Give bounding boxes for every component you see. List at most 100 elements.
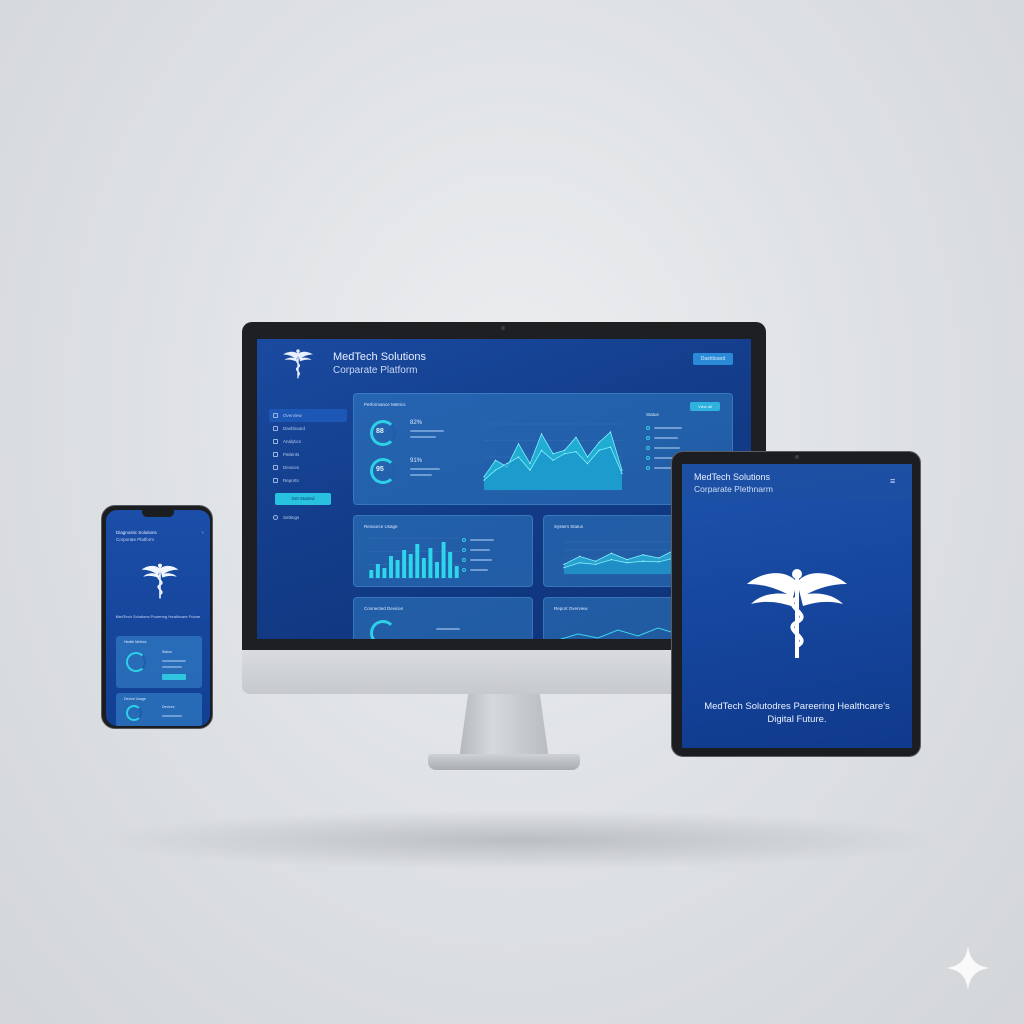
monitor-stand	[459, 694, 549, 758]
legend-item	[646, 436, 678, 440]
tablet-header: MedTech Solutions Corparate Plethnarm ≡	[682, 464, 912, 500]
legend-item	[646, 426, 682, 430]
data-point	[563, 563, 565, 565]
stat-caption	[162, 666, 182, 668]
phone-usage-card: Device Usage Devices	[116, 693, 202, 726]
data-point	[494, 469, 497, 471]
tablet-app-subtitle: Corparate Plethnarm	[694, 484, 773, 494]
desktop-header: MedTech Solutions Corparate Platform Das…	[257, 339, 751, 391]
connected-devices-card: Connected Devices	[353, 597, 533, 639]
legend-dot-icon	[646, 436, 650, 440]
smartphone: Diagnostic Solutions Corporate Platform …	[101, 505, 213, 729]
sidebar-item-settings[interactable]: Settings	[269, 511, 347, 524]
tablet: MedTech Solutions Corparate Plethnarm ≡ …	[671, 451, 921, 757]
sidebar-item-label: Analytics	[283, 439, 302, 444]
legend-dot-icon	[646, 466, 650, 470]
phone-app-subtitle: Corporate Platform	[116, 537, 155, 542]
data-point	[575, 436, 577, 438]
stat-caption	[436, 628, 460, 630]
reports-icon	[273, 478, 278, 483]
desktop-app-title: MedTech Solutions	[333, 351, 426, 363]
data-point	[626, 559, 628, 561]
caduceus-logo-icon	[141, 563, 179, 599]
stat-caption	[410, 474, 432, 476]
devices-icon	[273, 465, 278, 470]
data-point	[598, 449, 600, 451]
legend-item	[646, 456, 674, 460]
sidebar-item-patients[interactable]: Patients	[269, 448, 347, 461]
desktop-sidebar: Overview Dashboard Analytics Patients De…	[269, 409, 347, 629]
resource-usage-card: Resource Usage	[353, 515, 533, 587]
phone-cta-button[interactable]	[162, 674, 186, 680]
sidebar-item-devices[interactable]: Devices	[269, 461, 347, 474]
data-point	[563, 453, 566, 455]
data-point	[658, 561, 660, 563]
data-point	[517, 443, 520, 445]
data-point	[540, 449, 543, 451]
data-point	[579, 555, 581, 557]
sidebar-item-analytics[interactable]: Analytics	[269, 435, 347, 448]
tablet-app-title: MedTech Solutions	[694, 472, 771, 482]
sidebar-item-label: Reports	[283, 478, 299, 483]
bar	[441, 542, 446, 578]
sidebar-item-dashboard[interactable]: Dashboard	[269, 422, 347, 435]
legend-title: Status	[646, 412, 659, 417]
ring-value: 88	[376, 428, 384, 435]
progress-ring	[126, 652, 146, 672]
menu-icon[interactable]: ‹	[202, 530, 204, 536]
patients-icon	[273, 452, 278, 457]
data-point	[517, 456, 520, 458]
stat-caption	[162, 715, 182, 717]
data-point	[529, 469, 531, 471]
data-point	[483, 479, 485, 481]
card-title: Device Usage	[124, 697, 146, 701]
card-title: Performance Metrics	[364, 402, 406, 407]
data-point	[563, 449, 566, 451]
sidebar-cta-button[interactable]: Get Started	[275, 493, 331, 505]
data-point	[609, 446, 612, 448]
stat-value: 82%	[410, 420, 423, 426]
dashboard-icon	[273, 426, 278, 431]
sidebar-item-label: Devices	[283, 465, 300, 470]
settings-icon	[273, 515, 278, 520]
progress-ring	[370, 620, 396, 639]
stat-caption	[410, 430, 444, 432]
bar	[428, 548, 433, 578]
legend-item	[462, 568, 488, 572]
data-point	[642, 554, 644, 556]
sidebar-item-overview[interactable]: Overview	[269, 409, 347, 422]
data-point	[563, 567, 565, 569]
data-point	[494, 459, 497, 461]
card-label: Status	[162, 650, 172, 654]
view-all-button[interactable]: View all	[690, 402, 720, 411]
bar	[382, 568, 387, 578]
data-point	[598, 441, 600, 444]
bar-chart	[368, 537, 460, 579]
legend-dot-icon	[462, 558, 466, 562]
legend-dot-icon	[646, 426, 650, 430]
bar	[402, 550, 407, 578]
legend-item	[646, 446, 680, 450]
data-point	[540, 433, 543, 435]
data-point	[595, 560, 597, 562]
data-point	[621, 472, 623, 475]
sidebar-item-reports[interactable]: Reports	[269, 474, 347, 487]
data-point	[529, 463, 531, 465]
tablet-screen: MedTech Solutions Corparate Plethnarm ≡ …	[682, 464, 912, 748]
stat-caption	[410, 436, 436, 438]
data-point	[642, 560, 644, 562]
data-point	[483, 476, 485, 478]
data-point	[579, 562, 581, 564]
legend-dot-icon	[462, 548, 466, 552]
sparkle-icon	[946, 946, 990, 990]
legend-dot-icon	[462, 538, 466, 542]
ring-value: 95	[376, 466, 384, 473]
stat-caption	[410, 468, 440, 470]
data-point	[626, 562, 628, 564]
bar	[454, 566, 459, 578]
sidebar-item-label: Dashboard	[283, 426, 306, 431]
header-action-button[interactable]: Dashboard	[693, 353, 733, 365]
stat-caption	[162, 660, 186, 662]
phone-app-title: Diagnostic Solutions	[116, 530, 157, 535]
hamburger-menu-icon[interactable]: ≡	[890, 476, 895, 486]
